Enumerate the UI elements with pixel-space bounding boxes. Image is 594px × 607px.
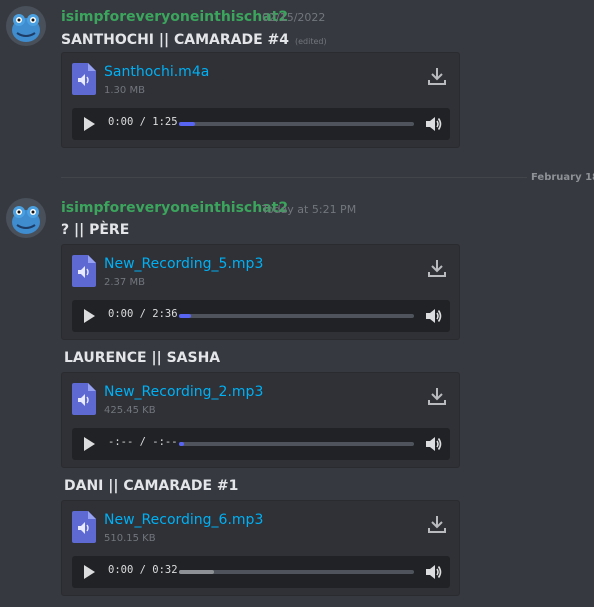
play-icon[interactable] (82, 117, 96, 131)
volume-icon[interactable] (424, 307, 442, 325)
frog-avatar-icon[interactable] (6, 6, 46, 46)
file-name-link[interactable]: New_Recording_5.mp3 (104, 256, 263, 272)
file-size: 425.45 KB (104, 405, 156, 416)
download-icon[interactable] (427, 258, 447, 278)
volume-icon[interactable] (424, 115, 442, 133)
username[interactable]: isimpforeveryoneinthischat2 (61, 200, 288, 216)
audio-player: -:-- / -:-- (72, 428, 450, 460)
audio-file-icon (72, 511, 96, 543)
download-icon[interactable] (427, 514, 447, 534)
playback-time: 0:00 / 2:36 (108, 308, 178, 320)
audio-file-icon (72, 383, 96, 415)
play-icon[interactable] (82, 309, 96, 323)
progress-fill (179, 122, 196, 126)
play-icon[interactable] (82, 565, 96, 579)
download-icon[interactable] (427, 386, 447, 406)
message-title-text: SANTHOCHI || CAMARADE #4 (61, 32, 289, 48)
username[interactable]: isimpforeveryoneinthischat2 (61, 9, 288, 25)
audio-attachment: New_Recording_2.mp3 425.45 KB -:-- / -:-… (61, 372, 460, 468)
message-title: ? || PÈRE (61, 222, 130, 238)
edited-label: (edited) (295, 37, 327, 46)
message-title: LAURENCE || SASHA (64, 350, 221, 366)
file-size: 510.15 KB (104, 533, 156, 544)
file-name-link[interactable]: Santhochi.m4a (104, 64, 209, 80)
progress-fill (179, 570, 215, 574)
progress-fill (179, 314, 191, 318)
file-size: 2.37 MB (104, 277, 145, 288)
audio-player: 0:00 / 1:25 (72, 108, 450, 140)
volume-icon[interactable] (424, 563, 442, 581)
progress-track[interactable] (179, 314, 414, 318)
audio-file-icon (72, 255, 96, 287)
message-title: SANTHOCHI || CAMARADE #4 (edited) (61, 32, 327, 48)
date-divider-label: February 18, (531, 172, 594, 183)
progress-track[interactable] (179, 570, 414, 574)
audio-attachment: Santhochi.m4a 1.30 MB 0:00 / 1:25 (61, 52, 460, 148)
download-icon[interactable] (427, 66, 447, 86)
progress-fill (179, 442, 184, 446)
date-divider-line (61, 177, 527, 178)
audio-attachment: New_Recording_6.mp3 510.15 KB 0:00 / 0:3… (61, 500, 460, 596)
timestamp: 02/15/2022 (262, 11, 326, 24)
audio-player: 0:00 / 0:32 (72, 556, 450, 588)
message-title: DANI || CAMARADE #1 (64, 478, 239, 494)
file-size: 1.30 MB (104, 85, 145, 96)
audio-attachment: New_Recording_5.mp3 2.37 MB 0:00 / 2:36 (61, 244, 460, 340)
progress-track[interactable] (179, 122, 414, 126)
volume-icon[interactable] (424, 435, 442, 453)
frog-avatar-icon[interactable] (6, 198, 46, 238)
file-name-link[interactable]: New_Recording_6.mp3 (104, 512, 263, 528)
audio-file-icon (72, 63, 96, 95)
progress-track[interactable] (179, 442, 414, 446)
play-icon[interactable] (82, 437, 96, 451)
timestamp: Today at 5:21 PM (262, 203, 357, 216)
playback-time: 0:00 / 1:25 (108, 116, 178, 128)
playback-time: -:-- / -:-- (108, 436, 178, 448)
file-name-link[interactable]: New_Recording_2.mp3 (104, 384, 263, 400)
playback-time: 0:00 / 0:32 (108, 564, 178, 576)
audio-player: 0:00 / 2:36 (72, 300, 450, 332)
